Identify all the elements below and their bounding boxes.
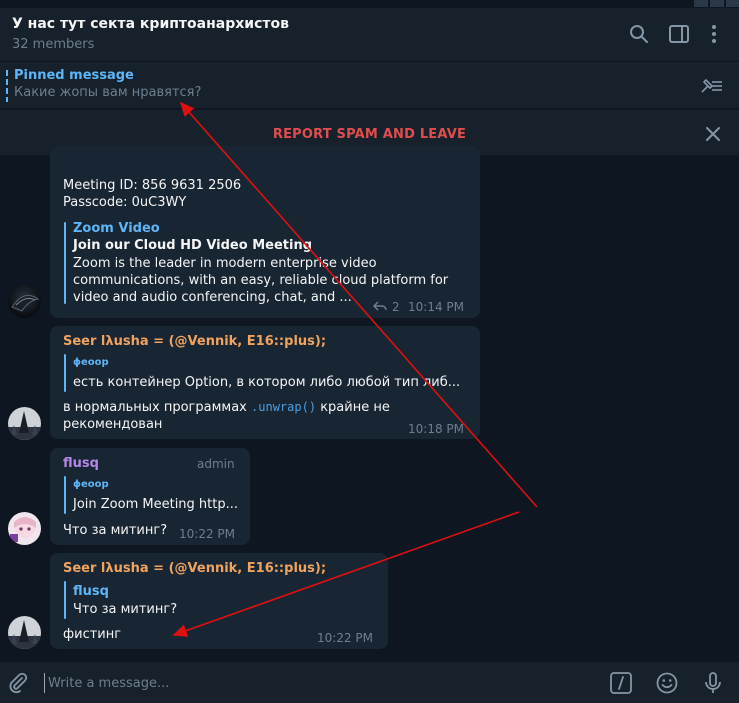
attach-icon[interactable] — [6, 671, 30, 695]
reply-bar — [64, 476, 66, 514]
pinned-message-bar[interactable]: Pinned message Какие жопы вам нравятся? — [0, 62, 739, 109]
window-button[interactable] — [726, 0, 739, 7]
avatar[interactable] — [8, 407, 41, 440]
message-text: Meeting ID: 856 9631 2506 — [63, 178, 242, 193]
inline-code[interactable]: .unwrap() — [251, 400, 316, 414]
message-text-part: в нормальных программах — [63, 400, 247, 415]
chat-title[interactable]: У нас тут секта криптоанархистов — [12, 16, 289, 32]
window-button[interactable] — [710, 0, 724, 7]
avatar[interactable] — [8, 512, 41, 545]
reply-author[interactable]: ϕеоор — [73, 479, 109, 490]
chat-header: У нас тут секта криптоанархистов 32 memb… — [0, 8, 739, 62]
pinned-text: Какие жопы вам нравятся? — [14, 85, 202, 100]
message-input[interactable] — [44, 673, 584, 693]
pin-list-icon[interactable] — [698, 74, 726, 98]
admin-badge: admin — [197, 457, 235, 471]
reply-author[interactable]: ϕеоор — [73, 357, 109, 368]
message-time: 10:18 PM — [408, 422, 464, 436]
message-text: фистинг — [63, 627, 122, 642]
message-author[interactable]: flusq — [63, 456, 99, 471]
microphone-icon[interactable] — [701, 671, 725, 695]
message-composer — [0, 661, 739, 703]
avatar-image — [10, 517, 36, 542]
avatar-image — [8, 411, 41, 440]
commands-icon[interactable] — [609, 671, 633, 695]
search-icon[interactable] — [627, 22, 651, 46]
avatar-image — [11, 294, 40, 312]
report-spam-button[interactable]: REPORT SPAM AND LEAVE — [0, 127, 739, 142]
message-time: 10:14 PM — [408, 300, 464, 314]
link-preview-site[interactable]: Zoom Video — [73, 221, 160, 236]
link-preview-bar — [64, 222, 66, 304]
avatar[interactable] — [8, 616, 41, 649]
emoji-icon[interactable] — [655, 671, 679, 695]
reply-author[interactable]: flusq — [73, 584, 109, 599]
sidebar-toggle-icon[interactable] — [667, 22, 691, 46]
reply-count[interactable]: 2 — [392, 300, 400, 314]
window-top-strip — [0, 0, 739, 8]
message-author[interactable]: Seer lλusha = (@Vennik, E16::plus); — [63, 561, 326, 576]
message-author[interactable]: Seer lλusha = (@Vennik, E16::plus); — [63, 334, 326, 349]
message-text: Passcode: 0uC3WY — [63, 195, 187, 210]
pinned-indicator — [6, 70, 8, 102]
avatar-image — [8, 620, 41, 649]
member-count[interactable]: 32 members — [12, 37, 94, 52]
more-vertical-icon[interactable] — [702, 22, 726, 46]
reply-bar — [64, 354, 66, 392]
message-text: Что за митинг? — [63, 523, 168, 538]
reply-text[interactable]: есть контейнер Option, в котором либо лю… — [73, 374, 460, 391]
reply-count-icon — [372, 301, 387, 311]
link-preview-description: Zoom is the leader in modern enterprise … — [73, 256, 377, 271]
pinned-title: Pinned message — [14, 68, 134, 83]
message-text-part: крайне не — [320, 400, 390, 415]
reply-bar — [64, 581, 66, 619]
link-preview-description: video and audio conferencing, chat, and … — [73, 290, 352, 305]
message-text: рекомендован — [63, 417, 163, 432]
reply-text[interactable]: Join Zoom Meeting http... — [73, 496, 238, 513]
reply-text[interactable]: Что за митинг? — [73, 601, 177, 618]
message-time: 10:22 PM — [317, 631, 373, 645]
link-preview-description: communications, with an easy, reliable c… — [73, 273, 449, 288]
avatar[interactable] — [8, 285, 41, 318]
message-text: в нормальных программах .unwrap() крайне… — [63, 399, 390, 416]
link-preview-title[interactable]: Join our Cloud HD Video Meeting — [73, 238, 312, 253]
close-icon[interactable] — [704, 125, 722, 143]
window-button[interactable] — [694, 0, 708, 7]
message-time: 10:22 PM — [179, 527, 235, 541]
